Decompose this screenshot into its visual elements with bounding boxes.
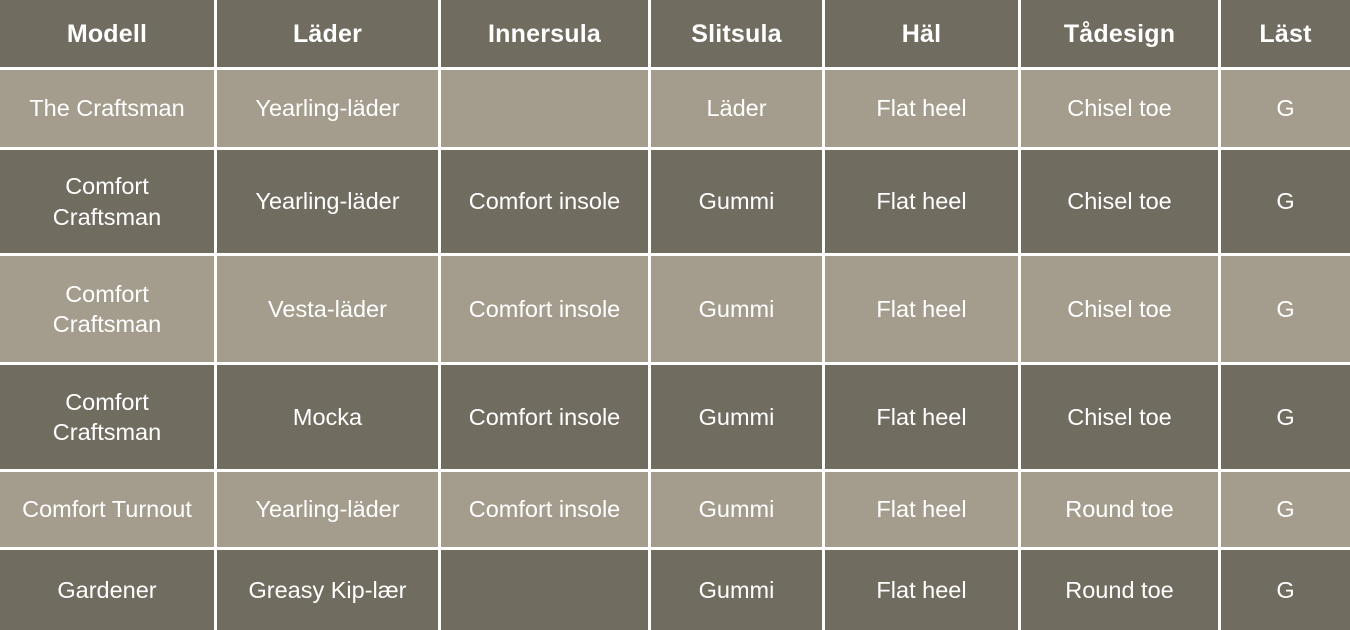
cell-modell: Comfort Turnout xyxy=(0,472,217,550)
cell-text-slitsula: Gummi xyxy=(698,403,775,430)
cell-innersula: Comfort insole xyxy=(441,256,651,365)
cell-slitsula: Gummi xyxy=(651,150,825,256)
cell-text-tadesign: Round toe xyxy=(1065,496,1174,523)
cell-hal: Flat heel xyxy=(825,256,1021,365)
column-header-hal: Häl xyxy=(825,0,1021,70)
cell-text-last: G xyxy=(1276,95,1295,122)
cell-last: G xyxy=(1221,150,1350,256)
cell-hal: Flat heel xyxy=(825,70,1021,150)
cell-innersula: Comfort insole xyxy=(441,150,651,256)
cell-text-lader: Yearling-läder xyxy=(255,188,400,215)
cell-slitsula: Gummi xyxy=(651,365,825,472)
cell-text-slitsula: Gummi xyxy=(698,295,775,322)
cell-text-last: G xyxy=(1276,295,1295,322)
cell-last: G xyxy=(1221,472,1350,550)
cell-hal: Flat heel xyxy=(825,472,1021,550)
table-header: Modell Läder Innersula Slitsula Häl Tådesign L… xyxy=(0,0,1350,70)
cell-text-innersula: Comfort insole xyxy=(468,188,621,215)
cell-last: G xyxy=(1221,365,1350,472)
cell-tadesign: Chisel toe xyxy=(1021,256,1221,365)
cell-text-modell: Comfort Craftsman xyxy=(52,280,162,337)
table-row: Gardener Greasy Kip-lær Gummi Flat heel Roun… xyxy=(0,550,1350,630)
cell-lader: Yearling-läder xyxy=(217,150,441,256)
cell-slitsula: Gummi xyxy=(651,550,825,630)
cell-text-last: G xyxy=(1276,576,1295,603)
cell-tadesign: Round toe xyxy=(1021,550,1221,630)
cell-text-lader: Mocka xyxy=(292,403,363,430)
cell-last: G xyxy=(1221,70,1350,150)
cell-text-hal: Flat heel xyxy=(876,496,967,523)
table-row: Comfort Craftsman Vesta-läder Comfort inso… xyxy=(0,256,1350,365)
cell-innersula xyxy=(441,70,651,150)
cell-modell: Comfort Craftsman xyxy=(0,150,217,256)
table-row: The Craftsman Yearling-läder Läder Flat hee… xyxy=(0,70,1350,150)
cell-text-last: G xyxy=(1276,188,1295,215)
cell-tadesign: Chisel toe xyxy=(1021,150,1221,256)
cell-innersula: Comfort insole xyxy=(441,472,651,550)
cell-text-slitsula: Gummi xyxy=(698,496,775,523)
cell-slitsula: Läder xyxy=(651,70,825,150)
cell-lader: Mocka xyxy=(217,365,441,472)
column-header-innersula: Innersula xyxy=(441,0,651,70)
cell-tadesign: Chisel toe xyxy=(1021,70,1221,150)
cell-text-slitsula: Gummi xyxy=(698,576,775,603)
table-header-row: Modell Läder Innersula Slitsula Häl Tådesign L… xyxy=(0,0,1350,70)
cell-lader: Yearling-läder xyxy=(217,472,441,550)
cell-text-hal: Flat heel xyxy=(876,576,967,603)
cell-text-lader: Greasy Kip-lær xyxy=(248,576,407,603)
cell-lader: Greasy Kip-lær xyxy=(217,550,441,630)
cell-slitsula: Gummi xyxy=(651,472,825,550)
cell-innersula: Comfort insole xyxy=(441,365,651,472)
cell-text-hal: Flat heel xyxy=(876,188,967,215)
cell-hal: Flat heel xyxy=(825,550,1021,630)
cell-innersula xyxy=(441,550,651,630)
cell-tadesign: Round toe xyxy=(1021,472,1221,550)
shoe-specification-table: Modell Läder Innersula Slitsula Häl Tådesign L… xyxy=(0,0,1350,630)
cell-text-tadesign: Round toe xyxy=(1065,576,1174,603)
cell-hal: Flat heel xyxy=(825,150,1021,256)
cell-modell: Comfort Craftsman xyxy=(0,365,217,472)
cell-text-hal: Flat heel xyxy=(876,295,967,322)
column-header-lader: Läder xyxy=(217,0,441,70)
cell-text-hal: Flat heel xyxy=(876,95,967,122)
column-header-last: Läst xyxy=(1221,0,1350,70)
cell-text-modell: Comfort Craftsman xyxy=(52,173,162,230)
cell-text-hal: Flat heel xyxy=(876,403,967,430)
table-row: Comfort Craftsman Mocka Comfort insole Gumm… xyxy=(0,365,1350,472)
column-header-tadesign: Tådesign xyxy=(1021,0,1221,70)
column-header-slitsula: Slitsula xyxy=(651,0,825,70)
cell-text-innersula: Comfort insole xyxy=(468,295,621,322)
cell-text-last: G xyxy=(1276,403,1295,430)
cell-modell: Comfort Craftsman xyxy=(0,256,217,365)
cell-text-lader: Yearling-läder xyxy=(255,496,400,523)
cell-text-tadesign: Chisel toe xyxy=(1067,295,1172,322)
cell-tadesign: Chisel toe xyxy=(1021,365,1221,472)
column-header-modell: Modell xyxy=(0,0,217,70)
cell-text-slitsula: Läder xyxy=(706,95,767,122)
cell-last: G xyxy=(1221,256,1350,365)
cell-modell: Gardener xyxy=(0,550,217,630)
cell-text-tadesign: Chisel toe xyxy=(1067,95,1172,122)
cell-slitsula: Gummi xyxy=(651,256,825,365)
cell-text-innersula: Comfort insole xyxy=(468,496,621,523)
table-row: Comfort Craftsman Yearling-läder Comfort i… xyxy=(0,150,1350,256)
cell-text-lader: Yearling-läder xyxy=(255,95,400,122)
cell-lader: Vesta-läder xyxy=(217,256,441,365)
table-body: The Craftsman Yearling-läder Läder Flat hee… xyxy=(0,70,1350,630)
cell-text-tadesign: Chisel toe xyxy=(1067,403,1172,430)
cell-last: G xyxy=(1221,550,1350,630)
cell-hal: Flat heel xyxy=(825,365,1021,472)
cell-modell: The Craftsman xyxy=(0,70,217,150)
cell-text-last: G xyxy=(1276,496,1295,523)
cell-text-tadesign: Chisel toe xyxy=(1067,188,1172,215)
cell-text-modell: The Craftsman xyxy=(29,95,185,122)
cell-text-slitsula: Gummi xyxy=(698,188,775,215)
cell-text-modell: Comfort Turnout xyxy=(22,496,192,523)
cell-lader: Yearling-läder xyxy=(217,70,441,150)
cell-text-lader: Vesta-läder xyxy=(268,295,387,322)
cell-text-modell: Gardener xyxy=(57,576,157,603)
table-row: Comfort Turnout Yearling-läder Comfort ins… xyxy=(0,472,1350,550)
cell-text-modell: Comfort Craftsman xyxy=(52,388,162,445)
cell-text-innersula: Comfort insole xyxy=(468,403,621,430)
